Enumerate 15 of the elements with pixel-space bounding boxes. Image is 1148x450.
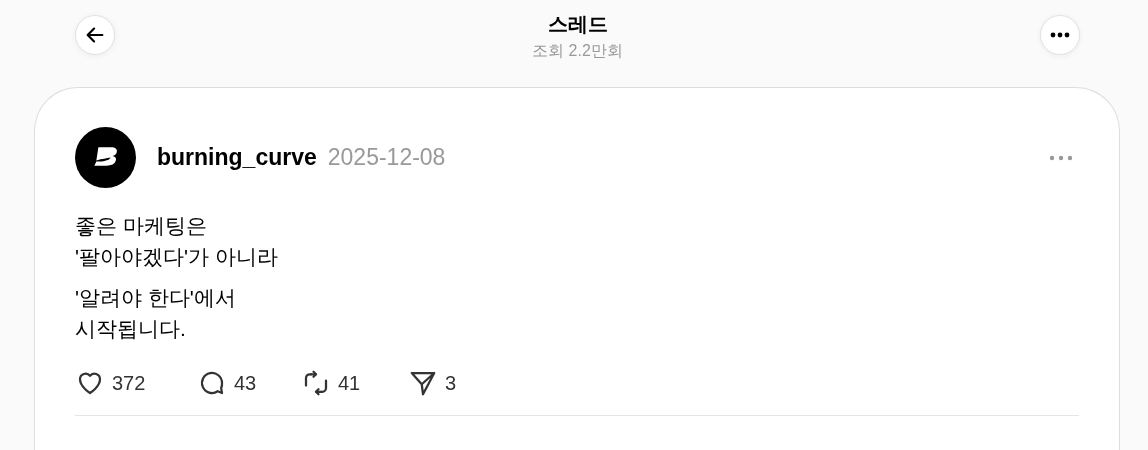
back-button[interactable] <box>75 15 115 55</box>
page-title: 스레드 <box>547 12 608 37</box>
reply-button[interactable]: 43 <box>197 368 301 398</box>
like-button[interactable]: 372 <box>75 368 197 398</box>
post-date: 2025-12-08 <box>327 144 446 171</box>
post-text: 좋은 마케팅은 '팔아야겠다'가 아니라 <box>75 213 279 270</box>
repost-button[interactable]: 41 <box>301 368 408 398</box>
author-name[interactable]: burning_curve <box>157 144 317 171</box>
share-button[interactable]: 3 <box>408 368 468 398</box>
avatar-icon[interactable] <box>75 127 136 188</box>
post-text: '알려야 한다'에서 시작됩니다. <box>75 285 237 342</box>
more-button[interactable] <box>1040 15 1080 55</box>
more-icon[interactable] <box>1049 154 1073 161</box>
view-count: 조회 2.2만회 <box>532 41 623 61</box>
more-icon <box>1050 32 1070 38</box>
